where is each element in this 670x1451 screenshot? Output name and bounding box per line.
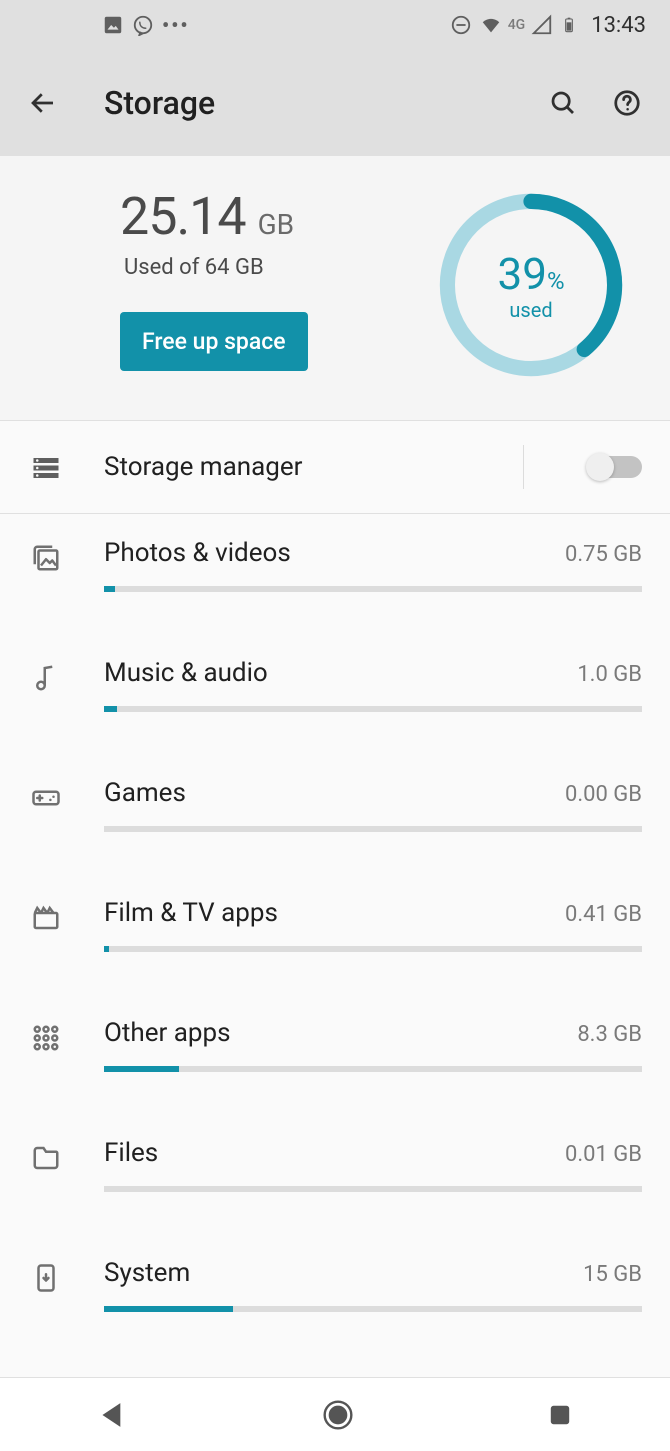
back-icon[interactable]: [28, 88, 58, 118]
search-icon[interactable]: [548, 88, 578, 118]
system-icon: [28, 1260, 64, 1296]
nav-home-icon[interactable]: [322, 1399, 354, 1431]
film-icon: [28, 900, 64, 936]
wifi-icon: [480, 14, 502, 36]
app-bar: Storage: [0, 50, 670, 156]
category-bar: [104, 586, 642, 592]
battery-icon: [561, 14, 577, 36]
category-value: 0.41 GB: [565, 902, 642, 927]
image-notif-icon: [102, 14, 124, 36]
category-value: 0.75 GB: [565, 542, 642, 567]
category-name: Film & TV apps: [104, 898, 278, 928]
usage-donut: 39% used: [436, 190, 626, 380]
files-icon: [28, 1140, 64, 1176]
category-bar: [104, 826, 642, 832]
category-row-other-apps[interactable]: Other apps 8.3 GB: [0, 994, 670, 1094]
photos-icon: [28, 540, 64, 576]
dnd-icon: [450, 14, 472, 36]
status-bar: ••• 4G 13:43: [0, 0, 670, 50]
signal-icon: [531, 14, 553, 36]
storage-manager-toggle[interactable]: [588, 456, 642, 478]
category-value: 15 GB: [583, 1262, 642, 1287]
nav-back-icon[interactable]: [97, 1399, 129, 1431]
category-row-music[interactable]: Music & audio 1.0 GB: [0, 634, 670, 734]
category-name: Other apps: [104, 1018, 231, 1048]
category-row-system[interactable]: System 15 GB: [0, 1234, 670, 1334]
category-bar: [104, 946, 642, 952]
category-name: Games: [104, 778, 186, 808]
category-name: Files: [104, 1138, 158, 1168]
category-row-film[interactable]: Film & TV apps 0.41 GB: [0, 874, 670, 974]
category-bar: [104, 1186, 642, 1192]
system-nav-bar: [0, 1377, 670, 1451]
music-icon: [28, 660, 64, 696]
used-unit: GB: [258, 208, 295, 241]
category-name: Music & audio: [104, 658, 268, 688]
storage-manager-label: Storage manager: [104, 452, 302, 482]
storage-manager-row[interactable]: Storage manager: [0, 421, 670, 514]
other-apps-icon: [28, 1020, 64, 1056]
more-notif-icon: •••: [162, 13, 190, 37]
category-bar: [104, 706, 642, 712]
category-bar: [104, 1066, 642, 1072]
games-icon: [28, 780, 64, 816]
category-name: Photos & videos: [104, 538, 291, 568]
category-row-photos[interactable]: Photos & videos 0.75 GB: [0, 514, 670, 614]
category-list: Photos & videos 0.75 GB Music & audio 1.0 G…: [0, 514, 670, 1377]
nav-recent-icon[interactable]: [547, 1402, 573, 1428]
category-name: System: [104, 1258, 190, 1288]
used-of-label: Used of 64 GB: [124, 255, 436, 280]
category-value: 0.00 GB: [565, 782, 642, 807]
category-bar: [104, 1306, 642, 1312]
page-title: Storage: [104, 84, 215, 122]
category-row-games[interactable]: Games 0.00 GB: [0, 754, 670, 854]
category-row-files[interactable]: Files 0.01 GB: [0, 1114, 670, 1214]
category-value: 8.3 GB: [577, 1022, 642, 1047]
whatsapp-notif-icon: [132, 14, 154, 36]
clock-label: 13:43: [591, 13, 646, 38]
free-up-space-button[interactable]: Free up space: [120, 312, 308, 371]
storage-manager-icon: [28, 450, 64, 486]
used-value: 25.14: [120, 186, 246, 247]
category-value: 1.0 GB: [577, 662, 642, 687]
help-icon[interactable]: [612, 88, 642, 118]
storage-summary: 25.14 GB Used of 64 GB Free up space 39%…: [0, 156, 670, 421]
network-type-label: 4G: [508, 17, 526, 33]
category-value: 0.01 GB: [565, 1142, 642, 1167]
